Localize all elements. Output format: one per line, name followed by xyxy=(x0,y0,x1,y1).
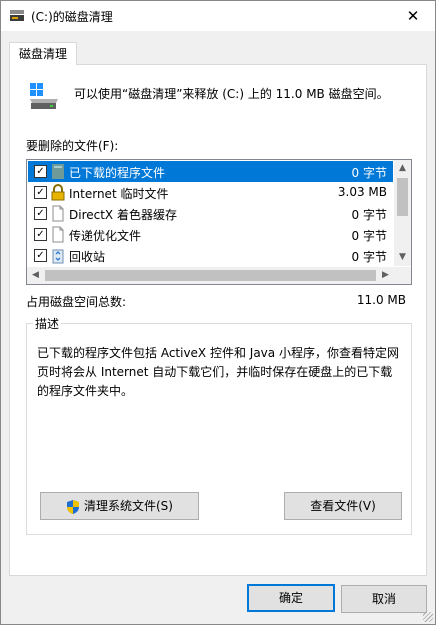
file-name: 传递优化文件 xyxy=(69,229,142,243)
description-text: 已下载的程序文件包括 ActiveX 控件和 Java 小程序，你查看特定网页时… xyxy=(37,346,399,398)
file-size: 0 字节 xyxy=(351,208,387,222)
cancel-button[interactable]: 取消 xyxy=(341,585,427,613)
document-icon xyxy=(52,205,64,222)
file-name: 回收站 xyxy=(69,250,106,264)
list-item[interactable]: ✓ 已下载的程序文件 0 字节 xyxy=(28,161,393,182)
vertical-scrollbar[interactable]: ▲ ▼ xyxy=(394,160,411,266)
document-icon xyxy=(52,226,64,243)
list-item[interactable]: ✓ 传递优化文件 0 字节 xyxy=(28,224,393,245)
recycle-bin-icon xyxy=(52,249,64,264)
shield-icon xyxy=(67,499,79,514)
title-bar[interactable]: (C:)的磁盘清理 ✕ xyxy=(1,1,435,31)
files-to-delete-label: 要删除的文件(F): xyxy=(26,139,119,153)
file-size: 0 字节 xyxy=(351,229,387,243)
checkbox[interactable]: ✓ xyxy=(34,165,47,178)
checkbox[interactable]: ✓ xyxy=(34,228,47,241)
scroll-right-icon[interactable]: ▶ xyxy=(377,267,394,284)
clean-system-files-button[interactable]: 清理系统文件(S) xyxy=(40,492,199,520)
file-size: 3.03 MB xyxy=(337,185,387,199)
disk-cleanup-window: (C:)的磁盘清理 ✕ 磁盘清理 可以使用“磁盘清理”来释放 (C:) 上的 1… xyxy=(0,0,436,625)
view-files-button[interactable]: 查看文件(V) xyxy=(284,492,402,520)
resize-grip[interactable] xyxy=(423,612,433,622)
clean-system-files-label: 清理系统文件(S) xyxy=(84,499,173,513)
checkbox[interactable]: ✓ xyxy=(34,249,47,262)
horizontal-scroll-thumb[interactable] xyxy=(45,270,376,281)
tab-disk-cleanup[interactable]: 磁盘清理 xyxy=(9,42,77,65)
description-title: 描述 xyxy=(33,315,62,332)
program-files-icon xyxy=(52,164,64,179)
files-list[interactable]: ✓ 已下载的程序文件 0 字节 ✓ Internet 临时文件 3.03 MB … xyxy=(26,159,412,285)
file-size: 0 字节 xyxy=(351,250,387,264)
scroll-down-icon[interactable]: ▼ xyxy=(394,249,411,266)
list-item[interactable]: ✓ 回收站 0 字节 xyxy=(28,245,393,266)
window-title: (C:)的磁盘清理 xyxy=(31,10,113,24)
close-button[interactable]: ✕ xyxy=(391,1,435,31)
lock-icon xyxy=(51,184,65,201)
total-space-label: 占用磁盘空间总数: xyxy=(26,295,127,309)
file-name: 已下载的程序文件 xyxy=(69,166,166,180)
close-icon: ✕ xyxy=(406,7,420,25)
vertical-scroll-thumb[interactable] xyxy=(397,178,408,216)
total-space-value: 11.0 MB xyxy=(356,293,406,307)
tab-panel: 可以使用“磁盘清理”来释放 (C:) 上的 11.0 MB 磁盘空间。 要删除的… xyxy=(9,64,427,576)
file-name: Internet 临时文件 xyxy=(69,187,169,201)
scroll-up-icon[interactable]: ▲ xyxy=(394,160,411,177)
horizontal-scrollbar[interactable]: ◀ ▶ xyxy=(27,267,411,284)
list-item[interactable]: ✓ Internet 临时文件 3.03 MB xyxy=(28,182,393,203)
scroll-left-icon[interactable]: ◀ xyxy=(27,267,44,284)
file-size: 0 字节 xyxy=(351,166,387,180)
checkbox[interactable]: ✓ xyxy=(34,207,47,220)
file-name: DirectX 着色器缓存 xyxy=(69,208,177,222)
summary-text: 可以使用“磁盘清理”来释放 (C:) 上的 11.0 MB 磁盘空间。 xyxy=(74,87,389,101)
checkbox[interactable]: ✓ xyxy=(34,186,47,199)
disk-cleanup-icon xyxy=(10,10,24,21)
list-item[interactable]: ✓ DirectX 着色器缓存 0 字节 xyxy=(28,203,393,224)
ok-button[interactable]: 确定 xyxy=(247,584,335,612)
drive-icon xyxy=(30,83,58,109)
